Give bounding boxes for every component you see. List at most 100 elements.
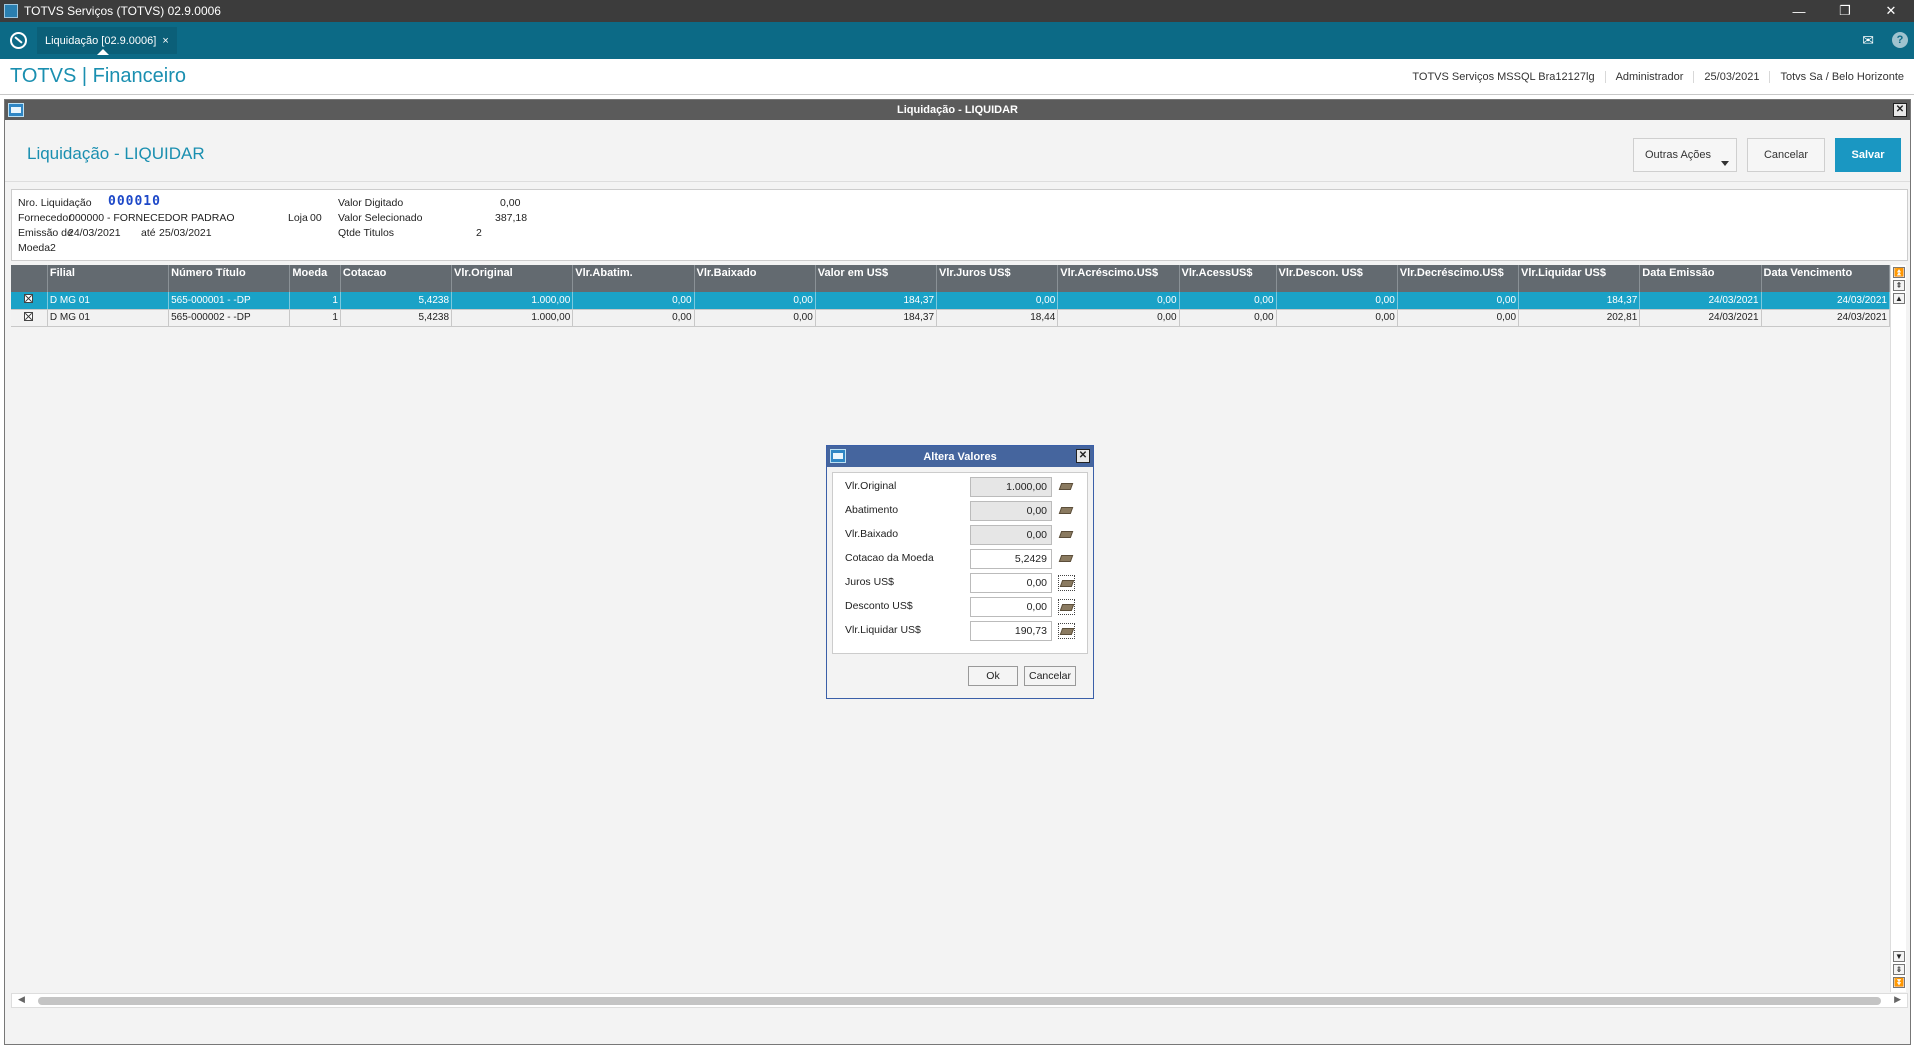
desconto-input[interactable]: 0,00 <box>970 597 1052 617</box>
table-cell[interactable]: 0,00 <box>694 292 816 310</box>
column-header[interactable]: Moeda <box>289 265 341 292</box>
user-label: Administrador <box>1604 71 1694 83</box>
vlr-liquidar-input[interactable]: 190,73 <box>970 621 1052 641</box>
scroll-bottom-icon[interactable]: ⏬ <box>1893 977 1905 988</box>
checkbox-checked-icon[interactable] <box>24 311 33 321</box>
column-header[interactable]: Vlr.Original <box>451 265 574 292</box>
table-cell[interactable]: 18,44 <box>936 309 1059 327</box>
money-icon[interactable] <box>1058 479 1075 495</box>
scroll-left-icon[interactable]: ◀ <box>18 994 25 1005</box>
row-checkbox-cell[interactable] <box>11 309 48 327</box>
dialog-ok-button[interactable]: Ok <box>968 666 1018 686</box>
table-cell[interactable]: 0,00 <box>1057 309 1180 327</box>
scroll-page-down-icon[interactable]: ⇟ <box>1893 964 1905 975</box>
column-header[interactable]: Cotacao <box>340 265 453 292</box>
table-cell[interactable]: D MG 01 <box>47 292 170 310</box>
dialog-cancel-button[interactable]: Cancelar <box>1024 666 1076 686</box>
table-cell[interactable]: 0,00 <box>572 309 695 327</box>
table-cell[interactable]: D MG 01 <box>47 309 170 327</box>
column-header[interactable]: Vlr.Juros US$ <box>936 265 1059 292</box>
table-cell[interactable]: 1.000,00 <box>451 309 574 327</box>
column-header[interactable]: Vlr.Descon. US$ <box>1276 265 1398 292</box>
table-cell[interactable]: 0,00 <box>1179 309 1277 327</box>
table-cell[interactable]: 0,00 <box>1397 292 1520 310</box>
table-cell[interactable]: 24/03/2021 <box>1639 292 1762 310</box>
column-header[interactable]: Vlr.Abatim. <box>572 265 695 292</box>
outras-acoes-button[interactable]: Outras Ações <box>1633 138 1737 172</box>
money-icon[interactable] <box>1058 527 1075 543</box>
horizontal-scrollbar[interactable]: ◀ ▶ <box>11 993 1908 1008</box>
qtde-titulos-value: 2 <box>476 227 482 239</box>
column-header[interactable]: Número Título <box>168 265 291 292</box>
table-cell[interactable]: 0,00 <box>1179 292 1277 310</box>
table-cell[interactable]: 24/03/2021 <box>1761 292 1891 310</box>
table-cell[interactable]: 0,00 <box>694 309 816 327</box>
routine-close-button[interactable]: ✕ <box>1893 103 1907 117</box>
table-cell[interactable]: 184,37 <box>1518 292 1641 310</box>
abatimento-input: 0,00 <box>970 501 1052 521</box>
table-cell[interactable]: 0,00 <box>572 292 695 310</box>
table-cell[interactable]: 0,00 <box>1276 292 1398 310</box>
table-cell[interactable]: 202,81 <box>1518 309 1641 327</box>
table-cell[interactable]: 5,4238 <box>340 292 453 310</box>
scroll-down-icon[interactable]: ▼ <box>1893 951 1905 962</box>
money-icon[interactable] <box>1058 599 1075 615</box>
cancel-button[interactable]: Cancelar <box>1747 138 1825 172</box>
table-cell[interactable]: 1.000,00 <box>451 292 574 310</box>
money-icon[interactable] <box>1058 623 1075 639</box>
tab-liquidacao[interactable]: Liquidação [02.9.0006] × <box>37 27 177 55</box>
help-icon[interactable]: ? <box>1892 32 1908 48</box>
table-cell[interactable]: 184,37 <box>815 292 938 310</box>
column-header[interactable] <box>11 265 48 292</box>
table-cell[interactable]: 565-000002 - -DP <box>168 309 291 327</box>
table-cell[interactable]: 24/03/2021 <box>1639 309 1762 327</box>
grid-header-row: Filial Número Título Moeda Cotacao Vlr.O… <box>11 265 1891 292</box>
row-checkbox-cell[interactable] <box>11 292 48 310</box>
scroll-top-icon[interactable]: ⏫ <box>1893 267 1905 278</box>
table-cell[interactable]: 1 <box>289 292 341 310</box>
juros-input[interactable]: 0,00 <box>970 573 1052 593</box>
table-cell[interactable]: 24/03/2021 <box>1761 309 1891 327</box>
money-icon[interactable] <box>1058 575 1075 591</box>
scroll-right-icon[interactable]: ▶ <box>1894 994 1901 1005</box>
scroll-up-icon[interactable]: ▲ <box>1893 293 1905 304</box>
tab-close-icon[interactable]: × <box>162 35 168 47</box>
restore-button[interactable]: ❐ <box>1822 0 1868 22</box>
home-icon[interactable] <box>10 32 27 49</box>
table-cell[interactable]: 5,4238 <box>340 309 453 327</box>
table-cell[interactable]: 0,00 <box>1397 309 1520 327</box>
table-row[interactable]: D MG 01 565-000001 - -DP 1 5,4238 1.000,… <box>11 292 1891 310</box>
page-title: Liquidação - LIQUIDAR <box>27 144 205 163</box>
cotacao-moeda-input[interactable]: 5,2429 <box>970 549 1052 569</box>
checkbox-checked-icon[interactable] <box>24 294 33 304</box>
column-header[interactable]: Vlr.Decréscimo.US$ <box>1397 265 1520 292</box>
column-header[interactable]: Filial <box>47 265 170 292</box>
vertical-scrollbar[interactable]: ⏫ ⇞ ▲ ▼ ⇟ ⏬ <box>1890 265 1906 992</box>
column-header[interactable]: Data Emissão <box>1639 265 1762 292</box>
scroll-thumb[interactable] <box>38 997 1881 1005</box>
table-row[interactable]: D MG 01 565-000002 - -DP 1 5,4238 1.000,… <box>11 309 1891 327</box>
column-header[interactable]: Vlr.Baixado <box>694 265 816 292</box>
dialog-close-button[interactable]: ✕ <box>1076 449 1090 463</box>
save-button[interactable]: Salvar <box>1835 138 1901 172</box>
column-header[interactable]: Data Vencimento <box>1761 265 1891 292</box>
table-cell[interactable]: 184,37 <box>815 309 938 327</box>
table-cell[interactable]: 0,00 <box>1276 309 1398 327</box>
dialog-title: Altera Valores <box>923 450 997 463</box>
column-header[interactable]: Valor em US$ <box>815 265 938 292</box>
field-label: Vlr.Liquidar US$ <box>845 624 921 636</box>
money-icon[interactable] <box>1058 503 1075 519</box>
table-cell[interactable]: 565-000001 - -DP <box>168 292 291 310</box>
table-cell[interactable]: 0,00 <box>1057 292 1180 310</box>
table-cell[interactable]: 1 <box>289 309 341 327</box>
minimize-button[interactable]: — <box>1776 0 1822 22</box>
money-icon[interactable] <box>1058 551 1075 567</box>
field-label: Vlr.Baixado <box>845 528 899 540</box>
column-header[interactable]: Vlr.Liquidar US$ <box>1518 265 1641 292</box>
column-header[interactable]: Vlr.AcessUS$ <box>1179 265 1277 292</box>
scroll-page-up-icon[interactable]: ⇞ <box>1893 280 1905 291</box>
close-window-button[interactable]: ✕ <box>1868 0 1914 22</box>
table-cell[interactable]: 0,00 <box>936 292 1059 310</box>
mail-icon[interactable]: ✉ <box>1862 32 1874 49</box>
column-header[interactable]: Vlr.Acréscimo.US$ <box>1057 265 1180 292</box>
